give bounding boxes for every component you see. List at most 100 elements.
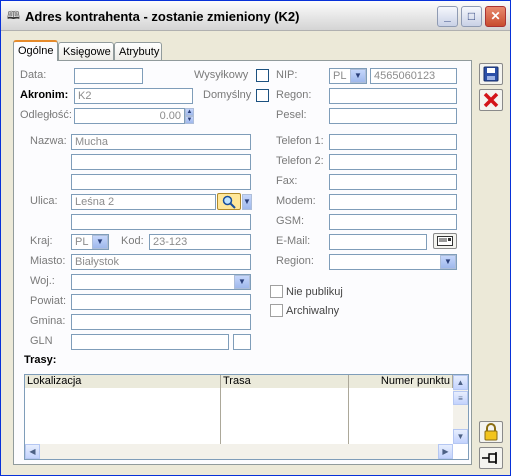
nip-field[interactable]: 4565060123 [370,68,457,84]
search-icon [222,195,236,209]
lock-icon [484,423,498,441]
vertical-scrollbar[interactable]: ▲ ≡ ▼ [453,375,468,444]
save-button[interactable] [479,63,503,85]
wysylkowy-label: Wysyłkowy [194,69,249,81]
regon-label: Regon: [276,89,312,101]
kraj-label: Kraj: [30,235,53,247]
domyslny-label: Domyślny [203,89,252,101]
nazwa-field-1[interactable]: Mucha [71,134,251,150]
column-header-lokalizacja[interactable]: Lokalizacja [25,375,221,388]
lock-button[interactable] [479,421,503,443]
column-header-trasa[interactable]: Trasa [221,375,349,388]
column-header-numer-punktu[interactable]: Numer punktu [349,375,453,388]
window-title: Adres kontrahenta - zostanie zmieniony (… [25,9,300,24]
dialog-window: 🕮 Adres kontrahenta - zostanie zmieniony… [0,0,511,476]
gsm-field[interactable] [329,214,457,230]
telefon2-field[interactable] [329,154,457,170]
tab-label: Atrybuty [119,46,160,58]
telefon1-label: Telefon 1: [276,135,324,147]
spin-down-icon[interactable]: ▼ [185,116,194,124]
tab-label: Ogólne [18,45,54,57]
email-label: E-Mail: [276,235,311,247]
cancel-icon [483,92,499,108]
chevron-down-icon[interactable]: ▼ [350,69,366,83]
book-icon: 🕮 [7,10,20,22]
nie-publikuj-label: Nie publikuj [286,286,343,298]
pin-icon [482,452,497,464]
tab-ksiegowe[interactable]: Księgowe [58,42,114,60]
nazwa-field-3[interactable] [71,174,251,190]
fax-field[interactable] [329,174,457,190]
regon-field[interactable] [329,88,457,104]
trasy-title: Trasy: [24,354,57,366]
close-button[interactable]: ✕ [485,6,506,27]
fax-label: Fax: [276,175,298,187]
scroll-left-icon[interactable]: ◀ [25,444,40,459]
domyslny-checkbox[interactable] [256,89,269,102]
scroll-right-icon[interactable]: ▶ [438,444,453,459]
woj-label: Woj.: [30,275,55,287]
pesel-label: Pesel: [276,109,307,121]
woj-combo[interactable] [71,274,251,290]
miasto-label: Miasto: [30,255,66,267]
powiat-field[interactable] [71,294,251,310]
nip-label: NIP: [276,69,298,81]
cancel-button[interactable] [479,89,503,111]
scroll-thumb[interactable]: ≡ [453,391,468,405]
archiwalny-label: Archiwalny [286,305,340,317]
miasto-field[interactable]: Białystok [71,254,251,270]
akronim-field[interactable]: K2 [74,88,193,104]
email-field[interactable] [329,234,427,250]
chevron-down-icon[interactable]: ▼ [440,255,456,269]
scroll-up-icon[interactable]: ▲ [453,375,468,390]
nazwa-label: Nazwa: [30,135,67,147]
gmina-field[interactable] [71,314,251,330]
horizontal-scrollbar[interactable]: ◀ ▶ [25,444,453,459]
odleglosc-field[interactable]: 0.00 [74,108,185,124]
trasy-grid[interactable]: Lokalizacja Trasa Numer punktu ▲ ≡ ▼ ◀ ▶ [24,374,469,460]
nie-publikuj-checkbox[interactable] [270,285,283,298]
chevron-down-icon[interactable]: ▼ [92,235,108,249]
telefon1-field[interactable] [329,134,457,150]
ulica-label: Ulica: [30,195,58,207]
title-bar[interactable]: 🕮 Adres kontrahenta - zostanie zmieniony… [1,1,510,31]
chevron-down-icon[interactable]: ▼ [234,275,250,289]
save-icon [483,66,499,82]
tab-label: Księgowe [63,46,111,58]
wysylkowy-checkbox[interactable] [256,69,269,82]
akronim-label: Akronim: [20,89,69,101]
modem-field[interactable] [329,194,457,210]
chevron-down-icon[interactable]: ▼ [242,194,252,210]
modem-label: Modem: [276,195,316,207]
odleglosc-label: Odległość: [20,109,72,121]
data-field[interactable] [74,68,143,84]
general-tab-panel: Data: Akronim: K2 Odległość: 0.00 ▲ ▼ Wy… [13,60,472,465]
pin-button[interactable] [479,447,503,469]
gln-field[interactable] [71,334,229,350]
gln-label: GLN [30,335,53,347]
gmina-label: Gmina: [30,315,66,327]
send-email-button[interactable] [433,233,457,249]
ulica-field[interactable]: Leśna 2 [71,194,216,210]
column-divider [348,388,349,444]
telefon2-label: Telefon 2: [276,155,324,167]
region-combo[interactable] [329,254,457,270]
ulica-field-2[interactable] [71,214,251,230]
kod-field[interactable]: 23-123 [149,234,251,250]
powiat-label: Powiat: [30,295,67,307]
maximize-button[interactable]: □ [461,6,482,27]
data-label: Data: [20,69,47,81]
archiwalny-checkbox[interactable] [270,304,283,317]
gsm-label: GSM: [276,215,305,227]
gln-check-field[interactable] [233,334,251,350]
column-divider [220,388,221,444]
tab-atrybuty[interactable]: Atrybuty [114,42,162,60]
minimize-button[interactable]: _ [437,6,458,27]
spin-up-icon[interactable]: ▲ [185,108,194,116]
tab-ogolne[interactable]: Ogólne [13,40,58,61]
region-label: Region: [276,255,314,267]
nazwa-field-2[interactable] [71,154,251,170]
pesel-field[interactable] [329,108,457,124]
search-address-button[interactable] [217,193,241,210]
scroll-down-icon[interactable]: ▼ [453,429,468,444]
